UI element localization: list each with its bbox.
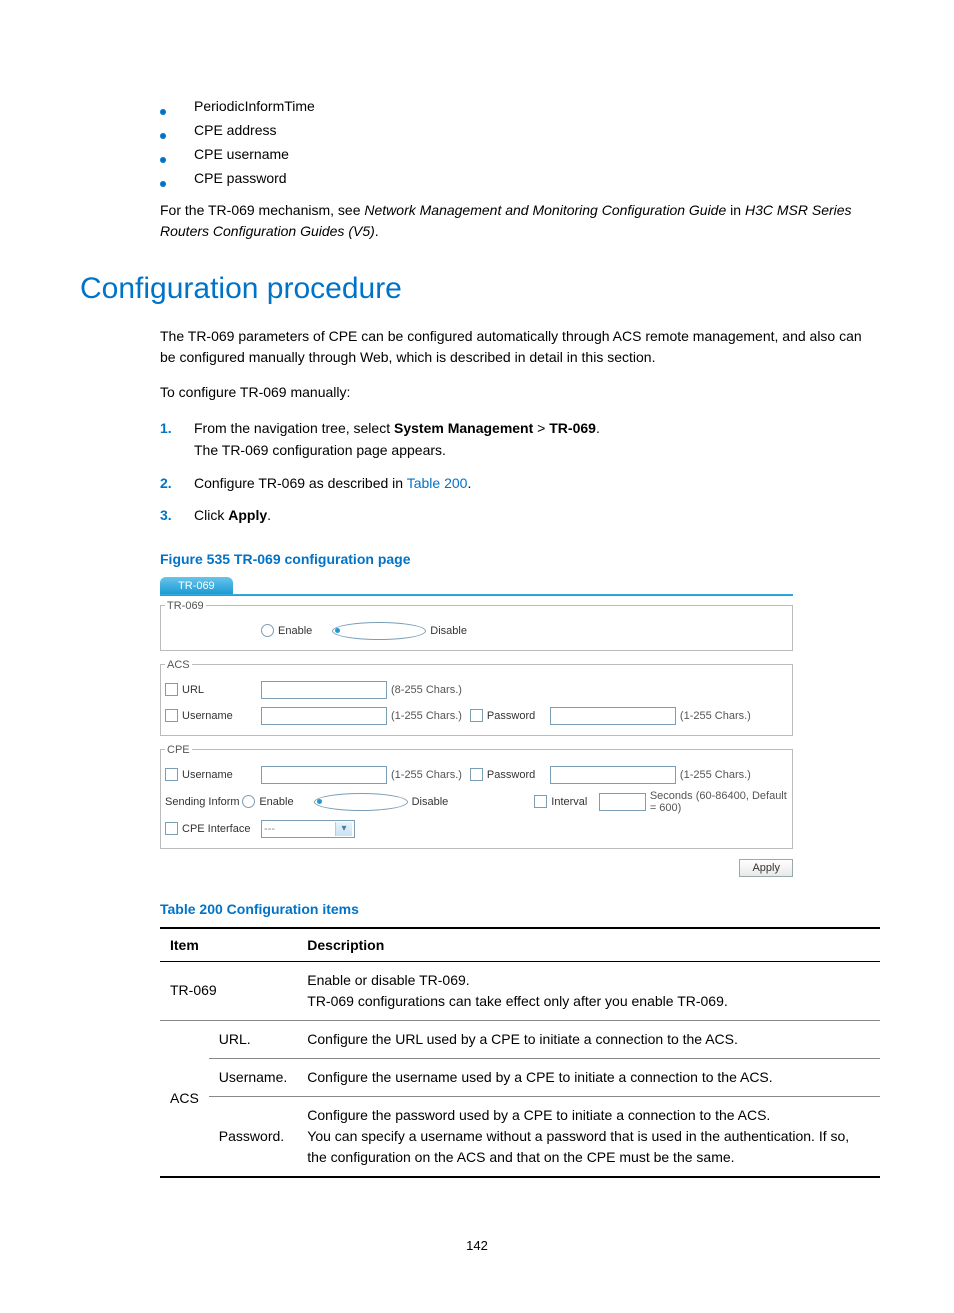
hint: (1-255 Chars.): [391, 769, 462, 781]
th-item: Item: [160, 928, 297, 962]
group-legend: TR-069: [165, 600, 206, 612]
checkbox-icon[interactable]: [165, 768, 178, 781]
group-cpe: CPE Username (1-255 Chars.) Password (1-…: [160, 744, 793, 849]
list-item: 1. From the navigation tree, select Syst…: [160, 417, 869, 462]
radio-enable[interactable]: Enable: [261, 624, 312, 637]
list-item: CPE address: [160, 122, 869, 138]
group-legend: CPE: [165, 744, 192, 756]
paragraph: To configure TR-069 manually:: [160, 382, 869, 403]
hint: (8-255 Chars.): [391, 684, 462, 696]
radio-icon: [332, 622, 426, 640]
password-input[interactable]: [550, 766, 676, 784]
figure-caption: Figure 535 TR-069 configuration page: [160, 551, 869, 567]
checkbox-icon[interactable]: [470, 768, 483, 781]
username-input[interactable]: [261, 707, 387, 725]
interval-label: Interval: [551, 796, 587, 808]
radio-enable[interactable]: Enable: [242, 795, 293, 808]
tab-tr069[interactable]: TR-069: [160, 577, 233, 594]
checkbox-icon[interactable]: [165, 822, 178, 835]
table-caption: Table 200 Configuration items: [160, 901, 869, 917]
interval-input[interactable]: [599, 793, 646, 811]
list-item: CPE password: [160, 170, 869, 186]
bullet-list: PeriodicInformTime CPE address CPE usern…: [160, 98, 869, 186]
list-item: 2. Configure TR-069 as described in Tabl…: [160, 472, 869, 494]
tab-bar: TR-069: [160, 577, 793, 594]
table-row: TR-069 Enable or disable TR-069.TR-069 c…: [160, 961, 880, 1020]
hint: Seconds (60-86400, Default = 600): [650, 790, 788, 814]
hint: (1-255 Chars.): [680, 769, 751, 781]
list-item: PeriodicInformTime: [160, 98, 869, 114]
bullet-icon: [160, 109, 166, 115]
table-row: Password. Configure the password used by…: [160, 1096, 880, 1177]
password-label: Password: [487, 769, 535, 781]
password-input[interactable]: [550, 707, 676, 725]
apply-button[interactable]: Apply: [739, 859, 793, 877]
password-label: Password: [487, 710, 535, 722]
config-screenshot: TR-069 TR-069 Enable Disable ACS URL (8-…: [160, 577, 793, 877]
paragraph: The TR-069 parameters of CPE can be conf…: [160, 326, 869, 368]
section-heading: Configuration procedure: [80, 272, 869, 306]
hint: (1-255 Chars.): [391, 710, 462, 722]
checkbox-icon[interactable]: [470, 709, 483, 722]
cpe-interface-label: CPE Interface: [182, 823, 250, 835]
username-label: Username: [182, 710, 233, 722]
radio-icon: [261, 624, 274, 637]
bullet-icon: [160, 181, 166, 187]
table-link[interactable]: Table 200: [407, 475, 468, 491]
table-row: ACS URL. Configure the URL used by a CPE…: [160, 1020, 880, 1058]
checkbox-icon[interactable]: [534, 795, 547, 808]
checkbox-icon[interactable]: [165, 683, 178, 696]
sending-label: Sending Inform: [165, 796, 240, 808]
list-item: 3. Click Apply.: [160, 504, 869, 526]
chevron-down-icon: ▾: [335, 822, 352, 836]
radio-disable[interactable]: Disable: [314, 793, 449, 811]
list-item: CPE username: [160, 146, 869, 162]
username-label: Username: [182, 769, 233, 781]
page-number: 142: [85, 1238, 869, 1253]
paragraph: For the TR-069 mechanism, see Network Ma…: [160, 200, 869, 242]
radio-icon: [314, 793, 408, 811]
url-label: URL: [182, 684, 204, 696]
group-acs: ACS URL (8-255 Chars.) Username (1-255 C…: [160, 659, 793, 736]
url-input[interactable]: [261, 681, 387, 699]
radio-disable[interactable]: Disable: [332, 622, 467, 640]
config-table: Item Description TR-069 Enable or disabl…: [160, 927, 880, 1178]
numbered-list: 1. From the navigation tree, select Syst…: [160, 417, 869, 527]
bullet-icon: [160, 157, 166, 163]
cpe-interface-select[interactable]: --- ▾: [261, 820, 355, 838]
tab-underline: [160, 594, 793, 596]
username-input[interactable]: [261, 766, 387, 784]
checkbox-icon[interactable]: [165, 709, 178, 722]
hint: (1-255 Chars.): [680, 710, 751, 722]
radio-icon: [242, 795, 255, 808]
group-legend: ACS: [165, 659, 192, 671]
table-row: Username. Configure the username used by…: [160, 1058, 880, 1096]
th-description: Description: [297, 928, 880, 962]
bullet-icon: [160, 133, 166, 139]
group-tr069: TR-069 Enable Disable: [160, 600, 793, 651]
